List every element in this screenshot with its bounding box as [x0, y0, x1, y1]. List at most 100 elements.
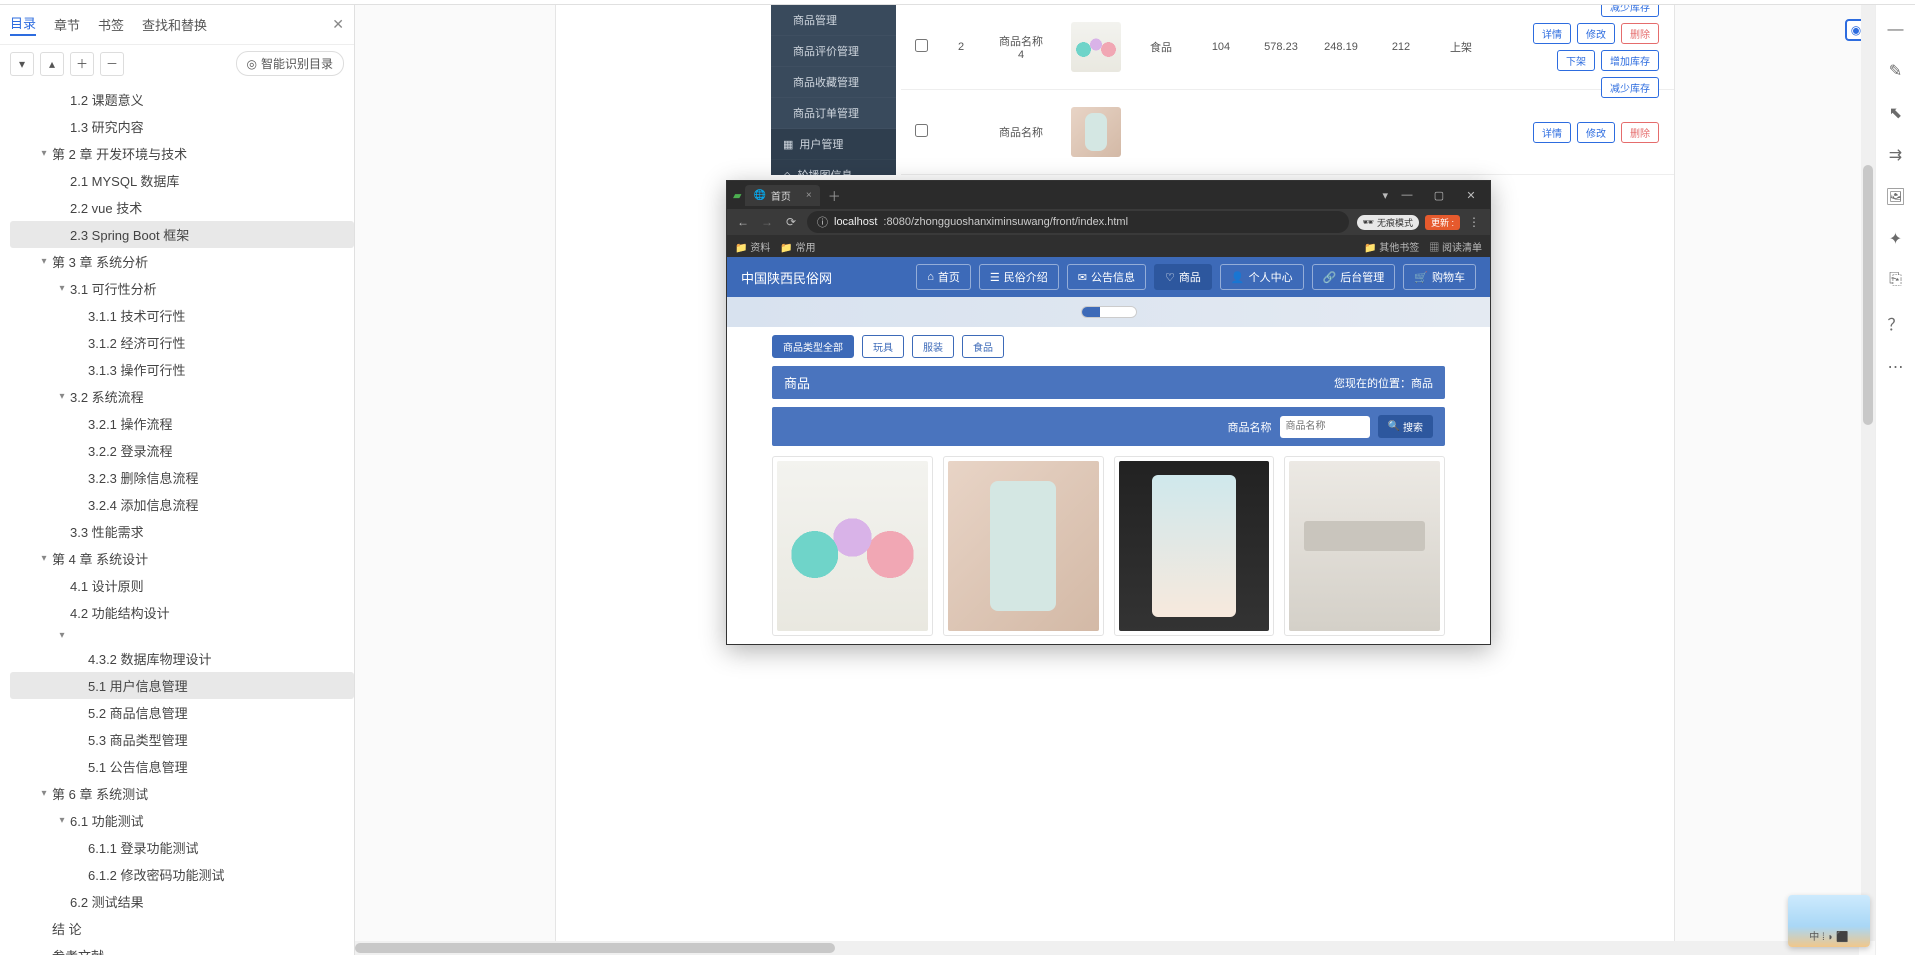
rail-image-icon[interactable]: 🖼: [1885, 187, 1905, 207]
outline-collapse-up-icon[interactable]: ▴: [40, 52, 64, 76]
delete-button[interactable]: 删除: [1621, 23, 1659, 44]
other-bookmarks[interactable]: 📁 其他书签: [1364, 239, 1419, 254]
rail-more-icon[interactable]: ⋯: [1888, 357, 1904, 377]
rail-page-icon[interactable]: ⎘: [1889, 271, 1902, 289]
rail-tools-icon[interactable]: ✦: [1889, 229, 1902, 249]
outline-item[interactable]: ▾第 4 章 系统设计: [10, 545, 354, 572]
menu-fav-manage[interactable]: 商品收藏管理: [771, 67, 896, 98]
rail-minus-icon[interactable]: —: [1888, 21, 1904, 39]
outline-item[interactable]: 4.3.2 数据库物理设计: [10, 645, 354, 672]
nav-intro[interactable]: ☰ 民俗介绍: [979, 264, 1059, 290]
menu-user-group[interactable]: ▦用户管理: [771, 129, 896, 160]
add-stock-button[interactable]: 增加库存: [1601, 50, 1659, 71]
outline-item[interactable]: 5.1 公告信息管理: [10, 753, 354, 780]
outline-item[interactable]: ▾第 3 章 系统分析: [10, 248, 354, 275]
rail-select-icon[interactable]: ⬉: [1889, 103, 1902, 123]
reload-icon[interactable]: ⟳: [783, 215, 799, 229]
dec-stock-button[interactable]: 减少库存: [1601, 5, 1659, 17]
window-close-icon[interactable]: ✕: [1458, 185, 1484, 205]
smart-outline-button[interactable]: ◎ 智能识别目录: [236, 51, 345, 76]
product-card[interactable]: [1284, 456, 1445, 636]
rail-flow-icon[interactable]: ⇉: [1889, 145, 1902, 165]
outline-item[interactable]: ▾6.1 功能测试: [10, 807, 354, 834]
tab-find-replace[interactable]: 查找和替换: [142, 15, 207, 34]
chip-food[interactable]: 食品: [962, 335, 1004, 358]
browser-tab[interactable]: 🌐 首页 ×: [745, 185, 819, 206]
outline-item[interactable]: 4.2 功能结构设计: [10, 599, 354, 626]
delete-button[interactable]: 删除: [1621, 122, 1659, 143]
outline-item[interactable]: 结 论: [10, 915, 354, 942]
menu-review-manage[interactable]: 商品评价管理: [771, 36, 896, 67]
tab-bookmarks[interactable]: 书签: [98, 15, 124, 34]
product-card[interactable]: [943, 456, 1104, 636]
row-checkbox[interactable]: [915, 39, 928, 52]
tab-outline[interactable]: 目录: [10, 13, 36, 36]
back-icon[interactable]: ←: [735, 215, 751, 229]
outline-item[interactable]: ▾第 6 章 系统测试: [10, 780, 354, 807]
outline-item[interactable]: ▾3.1 可行性分析: [10, 275, 354, 302]
carousel-dots[interactable]: [1081, 306, 1137, 318]
nav-cart[interactable]: 🛒 购物车: [1403, 264, 1476, 290]
search-input[interactable]: [1280, 416, 1370, 438]
outline-item[interactable]: 5.2 商品信息管理: [10, 699, 354, 726]
outline-item[interactable]: 6.1.2 修改密码功能测试: [10, 861, 354, 888]
outline-remove-icon[interactable]: －: [100, 52, 124, 76]
nav-notice[interactable]: ✉ 公告信息: [1067, 264, 1146, 290]
outline-item[interactable]: 2.2 vue 技术: [10, 194, 354, 221]
nav-user[interactable]: 👤 个人中心: [1220, 264, 1304, 290]
forward-icon[interactable]: →: [759, 215, 775, 229]
nav-admin[interactable]: 🔗 后台管理: [1312, 264, 1396, 290]
product-card[interactable]: [1114, 456, 1275, 636]
bookmark-folder[interactable]: 📁 常用: [780, 239, 815, 254]
bookmark-folder[interactable]: 📁 资料: [735, 239, 770, 254]
vertical-scrollbar[interactable]: [1861, 5, 1875, 941]
chip-all[interactable]: 商品类型全部: [772, 335, 854, 358]
tabs-dropdown-icon[interactable]: ▾: [1382, 189, 1388, 202]
menu-dots-icon[interactable]: ⋮: [1466, 215, 1482, 229]
outline-item[interactable]: ▾: [10, 626, 354, 645]
outline-item[interactable]: 3.1.2 经济可行性: [10, 329, 354, 356]
outline-item[interactable]: 2.1 MYSQL 数据库: [10, 167, 354, 194]
detail-button[interactable]: 详情: [1533, 122, 1571, 143]
outline-item[interactable]: 3.2.1 操作流程: [10, 410, 354, 437]
outline-item[interactable]: 3.2.4 添加信息流程: [10, 491, 354, 518]
menu-goods-manage[interactable]: 商品管理: [771, 5, 896, 36]
nav-goods[interactable]: ♡ 商品: [1154, 264, 1212, 290]
row-checkbox[interactable]: [915, 124, 928, 137]
outline-item[interactable]: 5.3 商品类型管理: [10, 726, 354, 753]
outline-item[interactable]: 3.3 性能需求: [10, 518, 354, 545]
tab-chapters[interactable]: 章节: [54, 15, 80, 34]
rail-help-icon[interactable]: ？: [1887, 311, 1903, 335]
outline-item[interactable]: 3.2.3 删除信息流程: [10, 464, 354, 491]
chip-toy[interactable]: 玩具: [862, 335, 904, 358]
outline-item[interactable]: 5.1 用户信息管理: [10, 672, 354, 699]
maximize-icon[interactable]: ▢: [1426, 185, 1452, 205]
outline-item[interactable]: 1.3 研究内容: [10, 113, 354, 140]
outline-item[interactable]: 6.1.1 登录功能测试: [10, 834, 354, 861]
outline-item[interactable]: 6.2 测试结果: [10, 888, 354, 915]
outline-item[interactable]: 参考文献: [10, 942, 354, 955]
sidebar-close-icon[interactable]: ✕: [332, 16, 344, 33]
chip-cloth[interactable]: 服装: [912, 335, 954, 358]
address-bar[interactable]: ⓘ localhost:8080/zhongguoshanximinsuwang…: [807, 211, 1349, 233]
outline-item[interactable]: 3.1.3 操作可行性: [10, 356, 354, 383]
ime-widget[interactable]: 中 ⁞ ◗ ⬛: [1788, 895, 1870, 947]
outline-item[interactable]: ▾第 2 章 开发环境与技术: [10, 140, 354, 167]
horizontal-scrollbar[interactable]: [355, 941, 1859, 955]
tab-close-icon[interactable]: ×: [806, 190, 812, 201]
outline-item[interactable]: 3.2.2 登录流程: [10, 437, 354, 464]
edit-button[interactable]: 修改: [1577, 23, 1615, 44]
outline-item[interactable]: 1.2 课题意义: [10, 86, 354, 113]
minimize-icon[interactable]: —: [1394, 185, 1420, 205]
outline-tree[interactable]: 1.2 课题意义1.3 研究内容▾第 2 章 开发环境与技术2.1 MYSQL …: [0, 82, 354, 955]
reading-list[interactable]: ▦ 阅读清单: [1429, 239, 1482, 254]
outline-add-icon[interactable]: ＋: [70, 52, 94, 76]
menu-carousel-group[interactable]: ◇轮播图信息: [771, 160, 896, 175]
update-button[interactable]: 更新 :: [1425, 215, 1460, 230]
dec-stock-button-2[interactable]: 减少库存: [1601, 77, 1659, 98]
outline-item[interactable]: 4.1 设计原则: [10, 572, 354, 599]
rail-edit-icon[interactable]: ✎: [1889, 61, 1902, 81]
nav-home[interactable]: ⌂ 首页: [916, 264, 971, 290]
outline-item[interactable]: 2.3 Spring Boot 框架: [10, 221, 354, 248]
product-card[interactable]: [772, 456, 933, 636]
